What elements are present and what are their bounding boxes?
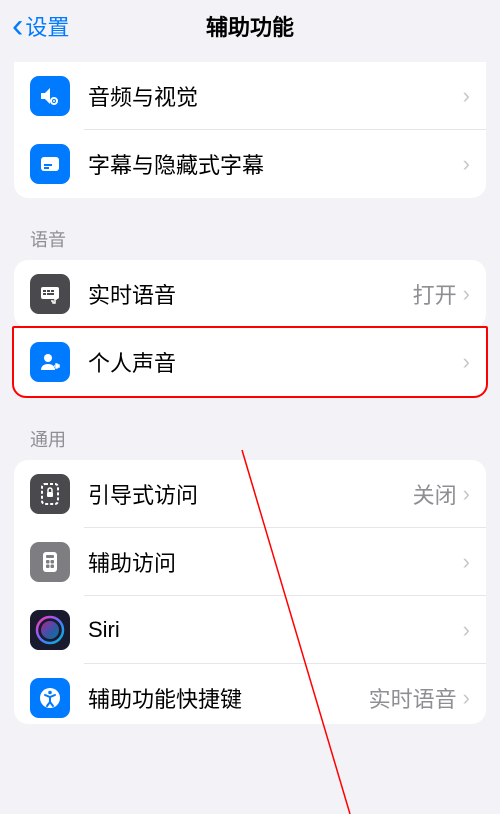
row-personal-voice[interactable]: 个人声音 › [14, 328, 486, 396]
nav-header: ‹ 设置 辅助功能 [0, 0, 500, 54]
chevron-right-icon: › [463, 349, 470, 375]
live-speech-icon [30, 274, 70, 314]
shortcut-icon [30, 678, 70, 718]
row-label: 辅助访问 [88, 546, 463, 578]
row-label: 实时语音 [88, 278, 413, 310]
row-label: 字幕与隐藏式字幕 [88, 148, 463, 180]
row-assistive-access[interactable]: 辅助访问 › [14, 528, 486, 596]
section-header-general: 通用 [30, 426, 470, 452]
back-button[interactable]: ‹ 设置 [12, 9, 69, 43]
row-label: Siri [88, 617, 463, 643]
assistive-access-icon [30, 542, 70, 582]
row-value: 实时语音 [369, 682, 457, 714]
settings-group-hearing: 音频与视觉 › 字幕与隐藏式字幕 › [14, 62, 486, 198]
row-subtitles[interactable]: 字幕与隐藏式字幕 › [14, 130, 486, 198]
audio-visual-icon [30, 76, 70, 116]
row-value: 打开 [413, 278, 457, 310]
personal-voice-icon [30, 342, 70, 382]
row-accessibility-shortcut[interactable]: 辅助功能快捷键 实时语音 › [14, 664, 486, 724]
row-audio-visual[interactable]: 音频与视觉 › [14, 62, 486, 130]
subtitles-icon [30, 144, 70, 184]
chevron-left-icon: ‹ [12, 9, 23, 43]
chevron-right-icon: › [463, 83, 470, 109]
row-label: 引导式访问 [88, 478, 413, 510]
chevron-right-icon: › [463, 151, 470, 177]
section-header-speech: 语音 [30, 226, 470, 252]
row-label: 辅助功能快捷键 [88, 682, 369, 714]
back-label: 设置 [25, 10, 69, 42]
row-value: 关闭 [413, 478, 457, 510]
row-label: 个人声音 [88, 346, 463, 378]
row-label: 音频与视觉 [88, 80, 463, 112]
chevron-right-icon: › [463, 685, 470, 711]
row-guided-access[interactable]: 引导式访问 关闭 › [14, 460, 486, 528]
chevron-right-icon: › [463, 481, 470, 507]
siri-icon [30, 610, 70, 650]
row-live-speech[interactable]: 实时语音 打开 › [14, 260, 486, 328]
chevron-right-icon: › [463, 549, 470, 575]
chevron-right-icon: › [463, 617, 470, 643]
chevron-right-icon: › [463, 281, 470, 307]
settings-group-speech: 实时语音 打开 › [14, 260, 486, 328]
page-title: 辅助功能 [206, 10, 294, 42]
annotation-highlight: 个人声音 › [12, 326, 488, 398]
settings-group-general: 引导式访问 关闭 › 辅助访问 › [14, 460, 486, 724]
row-siri[interactable]: Siri › [14, 596, 486, 664]
guided-access-icon [30, 474, 70, 514]
